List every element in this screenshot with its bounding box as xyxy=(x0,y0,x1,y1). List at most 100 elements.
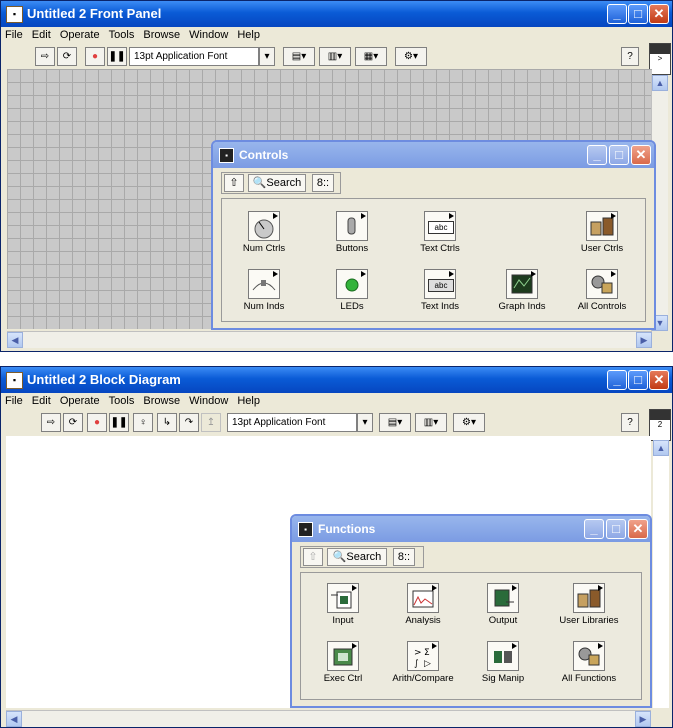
palette-item-arith-compare[interactable]: > Σ ∫ ▷ Arith/Compare xyxy=(385,641,461,684)
run-continuously-icon[interactable]: ⟳ xyxy=(57,47,77,66)
palette-item-label: All Functions xyxy=(561,673,617,684)
palette-close-button[interactable]: ✕ xyxy=(628,519,648,539)
menu-browse[interactable]: Browse xyxy=(143,395,180,407)
scroll-right-icon[interactable]: ▶ xyxy=(636,332,652,348)
pause-icon[interactable]: ❚❚ xyxy=(109,413,129,432)
resize-objects-icon[interactable]: ▦▾ xyxy=(355,47,387,66)
help-icon[interactable]: ? xyxy=(621,413,639,432)
reorder-icon[interactable]: ⚙▾ xyxy=(453,413,485,432)
step-out-icon[interactable]: ↥ xyxy=(201,413,221,432)
font-selector[interactable]: 13pt Application Font xyxy=(227,413,357,432)
menu-help[interactable]: Help xyxy=(237,29,260,41)
search-icon: 🔍 xyxy=(252,177,267,189)
scroll-up-icon[interactable]: ▲ xyxy=(652,75,668,91)
palette-icon: ▪ xyxy=(298,522,313,537)
up-arrow-icon[interactable]: ⇧ xyxy=(303,548,323,566)
menu-edit[interactable]: Edit xyxy=(32,29,51,41)
menu-browse[interactable]: Browse xyxy=(143,29,180,41)
front-panel-horizontal-scrollbar[interactable]: ◀ ▶ xyxy=(7,331,652,348)
step-into-icon[interactable]: ↳ xyxy=(157,413,177,432)
palette-item-text-inds[interactable]: abc Text Inds xyxy=(402,269,478,312)
palette-item-analysis[interactable]: Analysis xyxy=(385,583,461,626)
palette-options-icon[interactable]: 8:: xyxy=(393,548,415,566)
scroll-left-icon[interactable]: ◀ xyxy=(6,711,22,727)
maximize-button[interactable]: □ xyxy=(628,370,648,390)
front-panel-titlebar[interactable]: ▪ Untitled 2 Front Panel _ □ ✕ xyxy=(1,1,672,27)
palette-item-label: Input xyxy=(332,615,354,626)
palette-item-all-controls[interactable]: All Controls xyxy=(564,269,640,312)
menu-window[interactable]: Window xyxy=(189,29,228,41)
palette-item-buttons[interactable]: Buttons xyxy=(314,211,390,254)
controls-palette-title: Controls xyxy=(239,148,289,162)
palette-maximize-button[interactable]: □ xyxy=(609,145,629,165)
block-diagram-vertical-scrollbar[interactable]: ▲ xyxy=(653,440,669,708)
palette-item-exec-ctrl[interactable]: Exec Ctrl xyxy=(305,641,381,684)
scroll-right-icon[interactable]: ▶ xyxy=(635,711,651,727)
palette-icon: ▪ xyxy=(219,148,234,163)
controls-palette-titlebar[interactable]: ▪ Controls _ □ ✕ xyxy=(213,142,654,168)
pause-icon[interactable]: ❚❚ xyxy=(107,47,127,66)
palette-item-graph-inds[interactable]: Graph Inds xyxy=(484,269,560,312)
palette-item-input[interactable]: Input xyxy=(305,583,381,626)
menu-help[interactable]: Help xyxy=(237,395,260,407)
menu-edit[interactable]: Edit xyxy=(32,395,51,407)
palette-item-num-ctrls[interactable]: Num Ctrls xyxy=(226,211,302,254)
menu-window[interactable]: Window xyxy=(189,395,228,407)
vi-icon-connector[interactable]: 2 xyxy=(649,409,671,441)
run-arrow-icon[interactable]: ⇨ xyxy=(41,413,61,432)
font-selector[interactable]: 13pt Application Font xyxy=(129,47,259,66)
scroll-left-icon[interactable]: ◀ xyxy=(7,332,23,348)
abort-icon[interactable]: ● xyxy=(85,47,105,66)
vi-icon-connector[interactable]: > xyxy=(649,43,671,75)
close-button[interactable]: ✕ xyxy=(649,4,669,24)
palette-close-button[interactable]: ✕ xyxy=(631,145,651,165)
palette-minimize-button[interactable]: _ xyxy=(587,145,607,165)
menu-tools[interactable]: Tools xyxy=(109,29,135,41)
close-button[interactable]: ✕ xyxy=(649,370,669,390)
palette-item-user-ctrls[interactable]: User Ctrls xyxy=(564,211,640,254)
functions-palette-titlebar[interactable]: ▪ Functions _ □ ✕ xyxy=(292,516,650,542)
menu-file[interactable]: File xyxy=(5,29,23,41)
palette-options-icon[interactable]: 8:: xyxy=(312,174,334,192)
menu-tools[interactable]: Tools xyxy=(109,395,135,407)
block-diagram-titlebar[interactable]: ▪ Untitled 2 Block Diagram _ □ ✕ xyxy=(1,367,672,393)
distribute-objects-icon[interactable]: ▥▾ xyxy=(319,47,351,66)
menu-file[interactable]: File xyxy=(5,395,23,407)
block-diagram-title: Untitled 2 Block Diagram xyxy=(27,372,181,387)
palette-minimize-button[interactable]: _ xyxy=(584,519,604,539)
palette-maximize-button[interactable]: □ xyxy=(606,519,626,539)
align-objects-icon[interactable]: ▤▾ xyxy=(283,47,315,66)
minimize-button[interactable]: _ xyxy=(607,4,627,24)
palette-item-user-libraries[interactable]: User Libraries xyxy=(551,583,627,626)
front-panel-title: Untitled 2 Front Panel xyxy=(27,6,162,21)
search-button[interactable]: 🔍Search xyxy=(327,548,387,566)
minimize-button[interactable]: _ xyxy=(607,370,627,390)
up-arrow-icon[interactable]: ⇧ xyxy=(224,174,244,192)
highlight-execution-icon[interactable]: ♀ xyxy=(133,413,153,432)
palette-item-leds[interactable]: LEDs xyxy=(314,269,390,312)
palette-item-num-inds[interactable]: Num Inds xyxy=(226,269,302,312)
block-diagram-horizontal-scrollbar[interactable]: ◀ ▶ xyxy=(6,710,651,727)
reorder-icon[interactable]: ⚙▾ xyxy=(395,47,427,66)
palette-item-sig-manip[interactable]: Sig Manip xyxy=(465,641,541,684)
font-dropdown-arrow-icon[interactable]: ▾ xyxy=(259,47,275,66)
scroll-up-icon[interactable]: ▲ xyxy=(653,440,669,456)
palette-item-label: Sig Manip xyxy=(481,673,525,684)
run-arrow-icon[interactable]: ⇨ xyxy=(35,47,55,66)
palette-item-output[interactable]: Output xyxy=(465,583,541,626)
arith-compare-icon: > Σ ∫ ▷ xyxy=(407,641,439,671)
search-button[interactable]: 🔍Search xyxy=(248,174,306,192)
palette-item-text-ctrls[interactable]: abc Text Ctrls xyxy=(402,211,478,254)
help-icon[interactable]: ? xyxy=(621,47,639,66)
align-objects-icon[interactable]: ▤▾ xyxy=(379,413,411,432)
menu-operate[interactable]: Operate xyxy=(60,395,100,407)
run-continuously-icon[interactable]: ⟳ xyxy=(63,413,83,432)
front-panel-menubar: File Edit Operate Tools Browse Window He… xyxy=(1,27,672,45)
menu-operate[interactable]: Operate xyxy=(60,29,100,41)
palette-item-all-functions[interactable]: All Functions xyxy=(551,641,627,684)
abort-icon[interactable]: ● xyxy=(87,413,107,432)
step-over-icon[interactable]: ↷ xyxy=(179,413,199,432)
maximize-button[interactable]: □ xyxy=(628,4,648,24)
distribute-objects-icon[interactable]: ▥▾ xyxy=(415,413,447,432)
font-dropdown-arrow-icon[interactable]: ▾ xyxy=(357,413,373,432)
